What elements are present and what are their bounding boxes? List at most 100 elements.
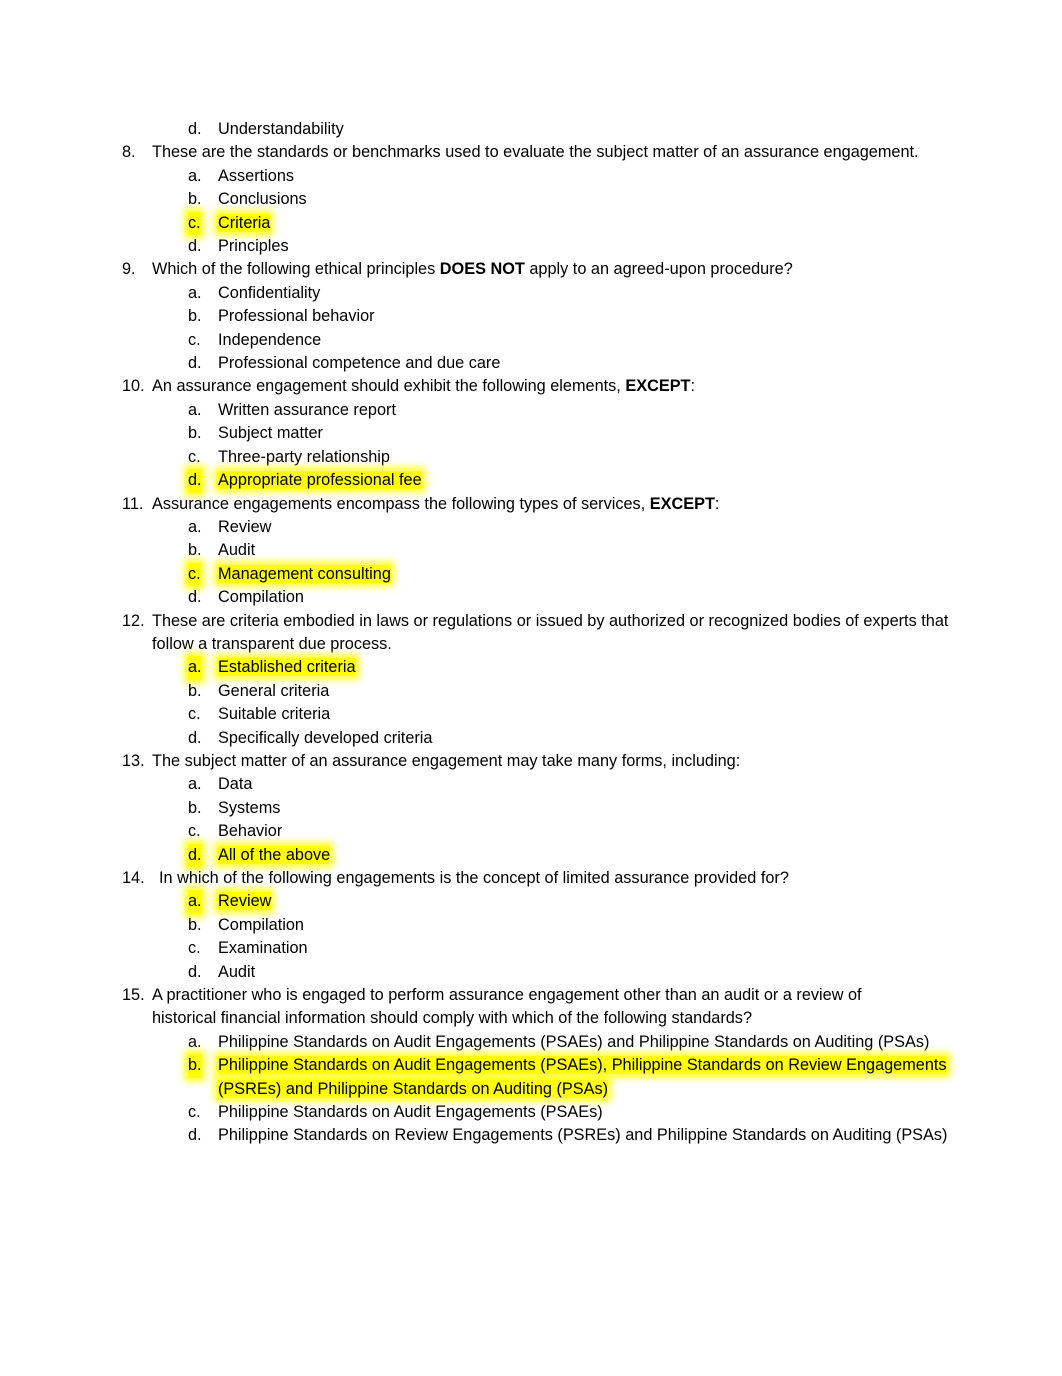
- option-letter: a.: [188, 890, 202, 914]
- option-row[interactable]: a. Written assurance report: [122, 399, 987, 422]
- option-text-span: Principles: [218, 237, 289, 256]
- option-text-span: Professional behavior: [218, 307, 375, 326]
- option-text-span: Review: [218, 892, 272, 911]
- option-list: a. Confidentiality b. Professional behavior…: [122, 282, 987, 376]
- option-row[interactable]: b. Systems: [122, 797, 987, 820]
- option-letter: b.: [188, 798, 202, 817]
- option-letter: a.: [188, 656, 202, 680]
- option-row[interactable]: c. Philippine Standards on Audit Engageme…: [122, 1101, 987, 1124]
- option-text: Professional behavior: [218, 305, 987, 328]
- document-page: d. Understandability 8. These are the stand…: [0, 0, 1062, 1376]
- option-letter: b.: [188, 541, 202, 560]
- option-text: Audit: [218, 539, 987, 562]
- question-text: These are the standards or benchmarks us…: [152, 141, 987, 164]
- option-letter: a.: [188, 400, 202, 419]
- question-text-continuation: historical financial information should …: [152, 1009, 752, 1028]
- option-row[interactable]: b. Audit: [122, 539, 987, 562]
- option-text-span: Confidentiality: [218, 283, 321, 302]
- option-letter: d.: [188, 728, 202, 747]
- option-letter-wrap: c.: [122, 1101, 218, 1124]
- option-row[interactable]: a. Confidentiality: [122, 282, 987, 305]
- question-number: 14.: [122, 869, 145, 887]
- option-letter-wrap: c.: [122, 820, 218, 843]
- option-letter-wrap: b.: [122, 680, 218, 703]
- option-row[interactable]: d. Audit: [122, 961, 987, 984]
- option-row[interactable]: d. Philippine Standards on Review Engagem…: [122, 1124, 987, 1147]
- option-letter: b.: [188, 307, 202, 326]
- option-letter-wrap: d.: [122, 469, 218, 493]
- option-row[interactable]: a. Review: [122, 516, 987, 539]
- option-text: Established criteria: [218, 656, 987, 679]
- option-text: Data: [218, 773, 987, 796]
- option-row[interactable]: b. Professional behavior: [122, 305, 987, 328]
- option-text-span: Three-party relationship: [218, 447, 390, 466]
- option-letter: c.: [188, 447, 201, 466]
- option-letter: d.: [188, 1126, 202, 1145]
- question-text-part: apply to an agreed-upon procedure?: [524, 260, 793, 279]
- question-text-emphasis: EXCEPT: [649, 494, 715, 513]
- question-text-emphasis: DOES NOT: [439, 260, 525, 279]
- option-letter: a.: [188, 517, 202, 536]
- option-row[interactable]: b. Compilation: [122, 914, 987, 937]
- option-text-span: Professional competence and due care: [218, 354, 501, 373]
- option-row[interactable]: d. Appropriate professional fee: [122, 469, 987, 493]
- option-letter: c.: [188, 562, 201, 587]
- option-letter-wrap: c.: [122, 703, 218, 726]
- option-list: a. Assertions b. Conclusions c. Criteria d. Pri…: [122, 165, 987, 259]
- option-row[interactable]: c. Behavior: [122, 820, 987, 843]
- option-letter: b.: [188, 915, 202, 934]
- question-number: 12.: [122, 611, 145, 630]
- option-row[interactable]: a. Philippine Standards on Audit Engageme…: [122, 1031, 987, 1054]
- option-text-span: Conclusions: [218, 190, 307, 209]
- option-row[interactable]: c. Examination: [122, 937, 987, 960]
- option-letter: d.: [188, 354, 202, 373]
- question-text-part: In which of the following engagements is…: [159, 869, 789, 887]
- question-number: 13.: [122, 751, 145, 770]
- option-text-span: Audit: [218, 962, 256, 981]
- option-text: Management consulting: [218, 563, 987, 586]
- option-row[interactable]: b. Conclusions: [122, 188, 987, 211]
- option-row[interactable]: c. Suitable criteria: [122, 703, 987, 726]
- option-text: All of the above: [218, 844, 987, 867]
- option-letter: a.: [188, 1032, 202, 1051]
- option-list: a. Philippine Standards on Audit Engageme…: [122, 1031, 987, 1148]
- option-letter-wrap: c.: [122, 329, 218, 352]
- option-row[interactable]: b. Subject matter: [122, 422, 987, 445]
- option-letter-wrap: a.: [122, 399, 218, 422]
- question-row: 13. The subject matter of an assurance en…: [122, 750, 987, 773]
- option-text: Philippine Standards on Audit Engagement…: [218, 1054, 987, 1101]
- option-letter-wrap: d.: [122, 352, 218, 375]
- option-letter-wrap: c.: [122, 446, 218, 469]
- option-row[interactable]: b. General criteria: [122, 680, 987, 703]
- option-letter-wrap: c.: [122, 562, 218, 587]
- option-row[interactable]: d. All of the above: [122, 843, 987, 867]
- option-row[interactable]: a. Review: [122, 890, 987, 914]
- option-text: Subject matter: [218, 422, 987, 445]
- option-row[interactable]: b. Philippine Standards on Audit Engageme…: [122, 1054, 987, 1101]
- option-text: Conclusions: [218, 188, 987, 211]
- option-row[interactable]: c. Management consulting: [122, 562, 987, 587]
- question-text-part: Which of the following ethical principle…: [152, 260, 440, 279]
- option-row[interactable]: a. Assertions: [122, 165, 987, 188]
- option-letter: b.: [188, 424, 202, 443]
- option-row[interactable]: d. Principles: [122, 235, 987, 258]
- option-row[interactable]: d. Professional competence and due care: [122, 352, 987, 375]
- option-row[interactable]: d. Specifically developed criteria: [122, 727, 987, 750]
- question-row: 12. These are criteria embodied in laws o…: [122, 610, 987, 657]
- option-row[interactable]: a. Established criteria: [122, 656, 987, 680]
- option-row[interactable]: d. Compilation: [122, 586, 987, 609]
- option-list: a. Review b. Compilation c. Examination d. Audi…: [122, 890, 987, 984]
- option-row[interactable]: c. Three-party relationship: [122, 446, 987, 469]
- option-letter-wrap: d.: [122, 843, 218, 867]
- document-body: d. Understandability 8. These are the stand…: [122, 118, 987, 1148]
- option-letter: a.: [188, 166, 202, 185]
- option-row[interactable]: c. Independence: [122, 329, 987, 352]
- option-row[interactable]: c. Criteria: [122, 211, 987, 236]
- option-text-span: Written assurance report: [218, 400, 396, 419]
- option-row[interactable]: a. Data: [122, 773, 987, 796]
- option-letter: a.: [188, 775, 202, 794]
- option-text-span: Philippine Standards on Audit Engagement…: [218, 1056, 947, 1098]
- option-row[interactable]: d. Understandability: [122, 118, 987, 141]
- option-text-span: General criteria: [218, 681, 330, 700]
- option-letter: a.: [188, 283, 202, 302]
